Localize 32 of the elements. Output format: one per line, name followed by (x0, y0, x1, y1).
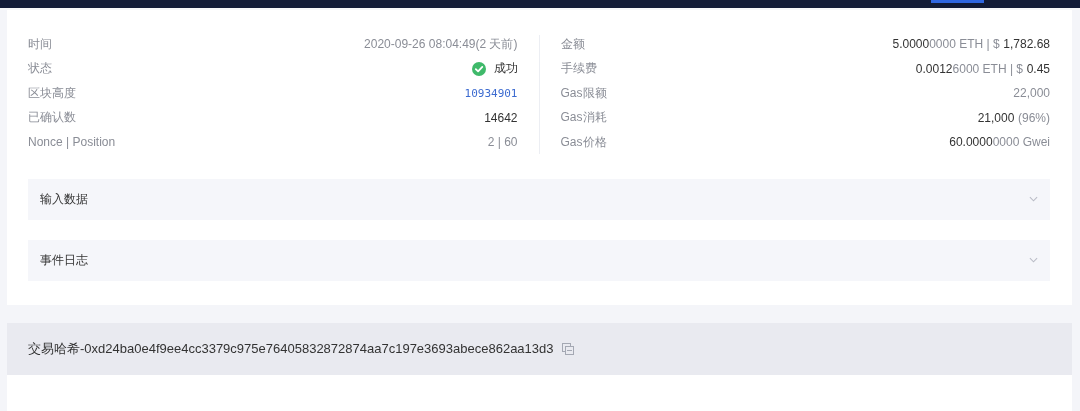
card-title: 交易哈希-0xd24ba0e4f9ee4cc3379c975e76405832872874aa7c197e3693abece862aa13d3 (28, 339, 554, 358)
field-label: 手续费 (560, 60, 597, 78)
field-value: 14642 (484, 110, 518, 125)
field-value: 0000 ETH | $ (929, 37, 1000, 52)
field-value: 21,000 (977, 110, 1015, 125)
field-value: 0000 Gwei (992, 135, 1050, 150)
block-link[interactable]: 10934901 (464, 86, 518, 100)
field-label: Nonce | Position (28, 135, 116, 150)
field-label: Gas消耗 (560, 109, 607, 127)
field-label: 已确认数 (28, 109, 76, 127)
field-label: 状态 (28, 60, 52, 78)
field-value: 1,782.68 (1002, 37, 1050, 52)
field-value: 22,000 (1013, 86, 1050, 101)
collapsible-section[interactable]: 输入数据 (28, 178, 1050, 220)
field-value: 0.0012 (915, 61, 953, 76)
field-label: Gas限额 (560, 84, 607, 102)
field-label: 时间 (28, 35, 52, 53)
field-label: Gas价格 (560, 133, 607, 151)
field-value: 60.0000 (949, 135, 993, 150)
field-label: 金额 (560, 35, 585, 53)
field-label: 区块高度 (28, 84, 76, 102)
collapsible-section[interactable]: 事件日志 (28, 239, 1050, 281)
field-value: 5.0000 (892, 37, 930, 52)
field-value: (96%) (1017, 110, 1050, 125)
field-value: 6000 ETH | $ (952, 61, 1024, 76)
copy-icon[interactable] (561, 342, 574, 355)
field-value: 2 | 60 (487, 135, 518, 150)
field-value: 2020-09-26 08:04:49(2 天前) (364, 36, 518, 51)
chevron-icon (1029, 257, 1038, 263)
chevron-icon (1029, 196, 1038, 202)
field-value: 0.45 (1025, 61, 1050, 76)
field-value: 成功 (493, 61, 518, 76)
